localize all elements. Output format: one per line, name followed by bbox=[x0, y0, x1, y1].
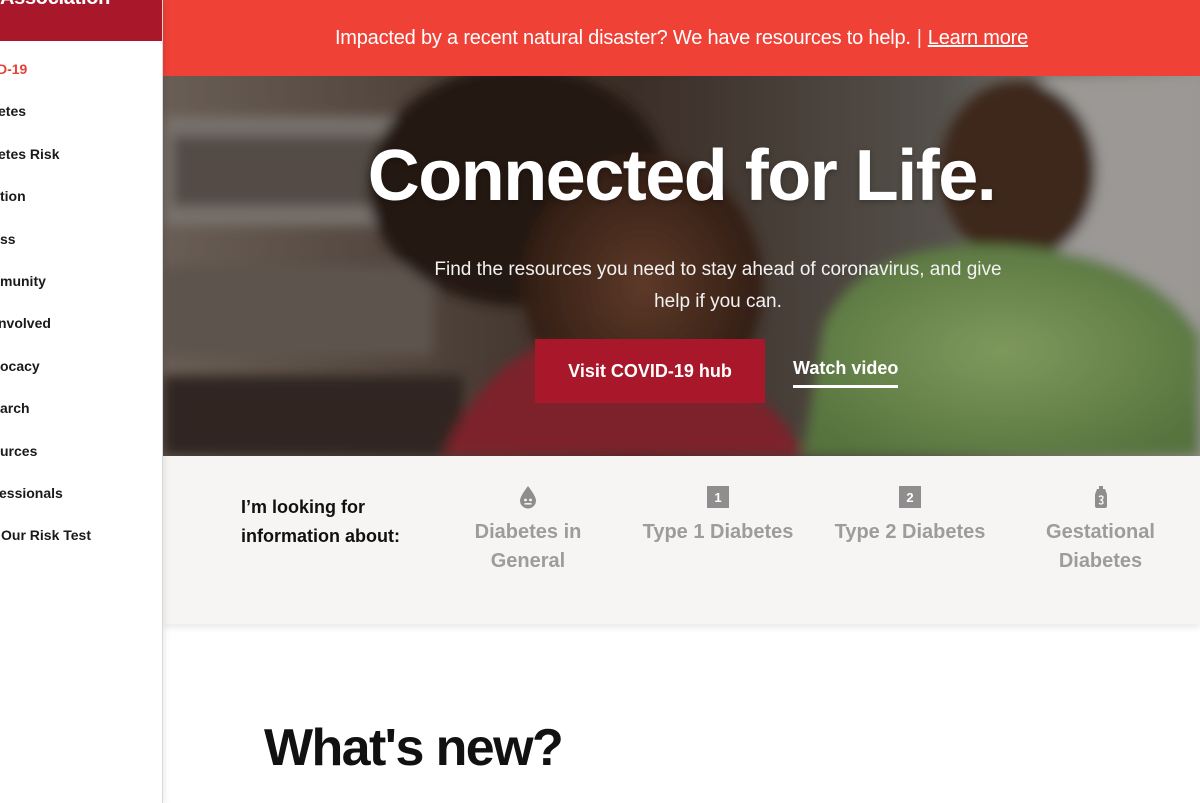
learn-more-link[interactable]: Learn more bbox=[928, 27, 1028, 50]
sidebar-nav: Association D-19 etes etes Risk tion ss … bbox=[0, 0, 163, 803]
sidebar-item-professionals[interactable]: essionals bbox=[0, 485, 162, 527]
sidebar-item-label: ss bbox=[0, 230, 16, 247]
topic-type-1-diabetes[interactable]: 1 Type 1 Diabetes bbox=[628, 484, 808, 547]
sidebar-item-diabetes[interactable]: etes bbox=[0, 103, 162, 145]
sidebar-item-label: munity bbox=[0, 272, 46, 289]
topic-type-2-diabetes[interactable]: 2 Type 2 Diabetes bbox=[820, 484, 1000, 547]
sidebar-item-label: urces bbox=[0, 442, 38, 459]
topic-label: Type 2 Diabetes bbox=[834, 521, 986, 543]
type-1-icon: 1 bbox=[707, 486, 729, 508]
sidebar-item-covid-19[interactable]: D-19 bbox=[0, 61, 162, 103]
sidebar-item-label: D-19 bbox=[0, 61, 28, 77]
topic-gestational-diabetes[interactable]: Gestational Diabetes bbox=[1023, 484, 1178, 575]
alert-text: Impacted by a recent natural disaster? W… bbox=[334, 26, 911, 49]
type-2-icon: 2 bbox=[899, 486, 921, 508]
topic-diabetes-in-general[interactable]: Diabetes in General bbox=[453, 484, 603, 575]
topic-label: Type 1 Diabetes bbox=[642, 521, 794, 543]
gestational-icon bbox=[1094, 486, 1107, 508]
sidebar-item-get-involved[interactable]: nvolved bbox=[0, 315, 162, 357]
alert-banner: Impacted by a recent natural disaster? W… bbox=[163, 0, 1200, 76]
sidebar-item-research[interactable]: arch bbox=[0, 400, 162, 442]
sidebar-item-resources[interactable]: urces bbox=[0, 443, 162, 485]
sidebar-item-label: Our Risk Test bbox=[1, 527, 91, 544]
topic-selector: I’m looking for information about: Diabe… bbox=[163, 456, 1200, 624]
hero-subtitle: Find the resources you need to stay ahea… bbox=[434, 259, 1002, 312]
sidebar-item-fitness[interactable]: ss bbox=[0, 231, 162, 273]
sidebar-menu: D-19 etes etes Risk tion ss munity nvolv… bbox=[0, 41, 162, 570]
brand-name: Association bbox=[0, 0, 110, 10]
topic-label: Gestational Diabetes bbox=[1046, 521, 1155, 572]
hero-content: Connected for Life. Find the resources y… bbox=[163, 76, 1200, 456]
sidebar-item-label: tion bbox=[0, 188, 26, 205]
sidebar-item-label: nvolved bbox=[0, 315, 51, 332]
sidebar-item-label: arch bbox=[0, 400, 30, 417]
sidebar-item-label: etes bbox=[0, 103, 27, 120]
watch-video-link[interactable]: Watch video bbox=[793, 358, 899, 388]
sidebar-item-community[interactable]: munity bbox=[0, 273, 162, 315]
topic-selector-label: I’m looking for information about: bbox=[241, 497, 400, 546]
visit-covid-hub-button[interactable]: Visit COVID-19 hub bbox=[535, 339, 765, 403]
sidebar-item-label: etes Risk bbox=[0, 145, 60, 162]
alert-separator: | bbox=[916, 26, 922, 49]
sidebar-item-label: essionals bbox=[0, 484, 63, 501]
brand-logo[interactable]: Association bbox=[0, 0, 162, 41]
drop-icon bbox=[520, 486, 536, 509]
sidebar-item-label: ocacy bbox=[0, 357, 40, 374]
sidebar-item-nutrition[interactable]: tion bbox=[0, 188, 162, 230]
hero-section: Connected for Life. Find the resources y… bbox=[163, 76, 1200, 456]
sidebar-item-risk-test[interactable]: Our Risk Test bbox=[0, 527, 162, 569]
sidebar-item-advocacy[interactable]: ocacy bbox=[0, 358, 162, 400]
sidebar-item-diabetes-risk[interactable]: etes Risk bbox=[0, 146, 162, 188]
whats-new-heading: What's new? bbox=[264, 719, 564, 777]
hero-title: Connected for Life. bbox=[367, 136, 997, 216]
topic-label: Diabetes in General bbox=[474, 521, 582, 572]
